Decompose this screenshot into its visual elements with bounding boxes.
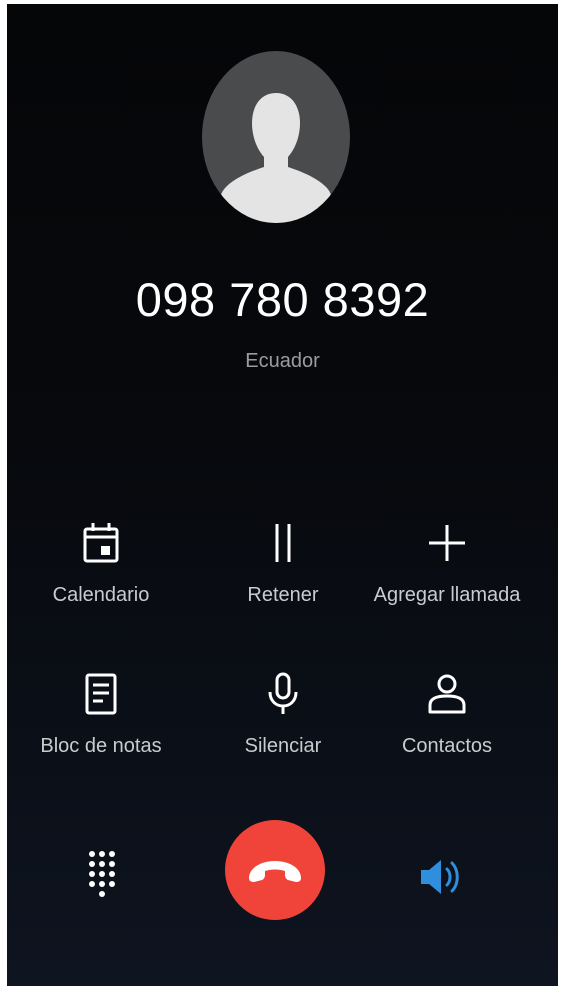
add-call-button[interactable]: Agregar llamada	[355, 520, 539, 620]
calendar-button[interactable]: Calendario	[9, 520, 193, 620]
call-location: Ecuador	[245, 350, 320, 372]
contacts-button[interactable]: Contactos	[355, 671, 539, 771]
calendar-icon	[81, 520, 121, 564]
notepad-label: Bloc de notas	[40, 735, 162, 757]
person-silhouette-icon	[218, 93, 334, 223]
dialpad-icon	[89, 851, 115, 897]
speaker-icon	[421, 860, 459, 894]
add-call-label: Agregar llamada	[373, 584, 521, 606]
microphone-icon	[263, 671, 303, 715]
contact-person-icon	[427, 671, 467, 715]
contact-avatar	[202, 51, 350, 223]
contacts-label: Contactos	[401, 735, 493, 757]
calendar-label: Calendario	[52, 584, 150, 606]
speaker-button[interactable]	[415, 852, 471, 902]
end-call-button[interactable]	[225, 820, 325, 920]
hang-up-icon	[249, 861, 301, 882]
call-screen: 098 780 8392 Ecuador Calendario Retener	[7, 4, 558, 986]
dialpad-button[interactable]	[77, 846, 127, 910]
phone-number: 098 780 8392	[135, 273, 430, 326]
notepad-button[interactable]: Bloc de notas	[9, 671, 193, 771]
pause-icon	[263, 520, 303, 564]
notepad-icon	[81, 671, 121, 715]
plus-icon	[427, 520, 467, 564]
